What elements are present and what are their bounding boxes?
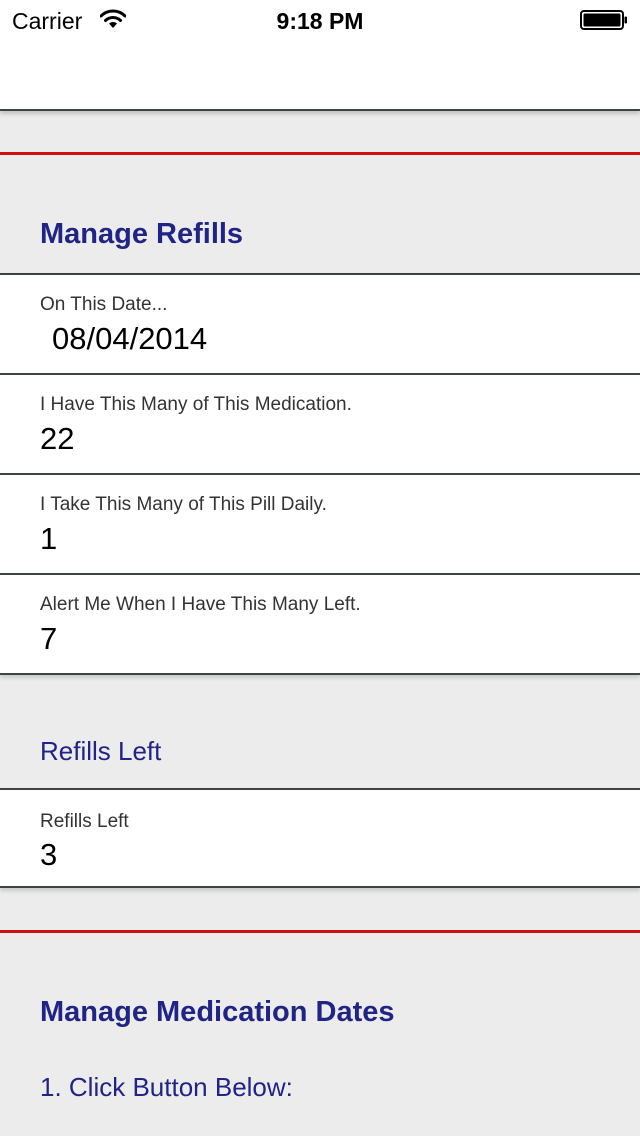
section-divider-red: [0, 930, 640, 933]
daily-dose-field[interactable]: 1: [40, 521, 57, 557]
navigation-bar: [0, 40, 640, 111]
section-divider-red: [0, 152, 640, 155]
medication-count-field[interactable]: 22: [40, 421, 74, 457]
daily-dose-label: I Take This Many of This Pill Daily.: [40, 494, 327, 515]
status-bar: Carrier 9:18 PM: [0, 0, 640, 40]
refills-left-label: Refills Left: [40, 811, 129, 832]
refill-date-value[interactable]: 08/04/2014: [52, 321, 207, 357]
manage-refills-heading: Manage Refills: [40, 218, 244, 250]
manage-dates-heading: Manage Medication Dates: [40, 996, 395, 1028]
refills-left-row[interactable]: Refills Left 3: [0, 790, 640, 886]
battery-icon: [580, 10, 627, 30]
refills-left-heading: Refills Left: [40, 736, 162, 766]
manage-dates-instruction: 1. Click Button Below:: [40, 1072, 293, 1102]
clock-time: 9:18 PM: [276, 8, 364, 34]
refill-date-row[interactable]: On This Date... 08/04/2014: [0, 275, 640, 375]
refill-date-label: On This Date...: [40, 294, 168, 315]
alert-threshold-label: Alert Me When I Have This Many Left.: [40, 594, 361, 615]
manage-refills-group: On This Date... 08/04/2014 I Have This M…: [0, 273, 640, 675]
alert-threshold-row[interactable]: Alert Me When I Have This Many Left. 7: [0, 575, 640, 673]
alert-threshold-field[interactable]: 7: [40, 621, 57, 657]
medication-count-row[interactable]: I Have This Many of This Medication. 22: [0, 375, 640, 475]
daily-dose-row[interactable]: I Take This Many of This Pill Daily. 1: [0, 475, 640, 575]
medication-count-label: I Have This Many of This Medication.: [40, 394, 352, 415]
refills-left-field[interactable]: 3: [40, 837, 57, 873]
refills-left-group: Refills Left 3: [0, 788, 640, 888]
